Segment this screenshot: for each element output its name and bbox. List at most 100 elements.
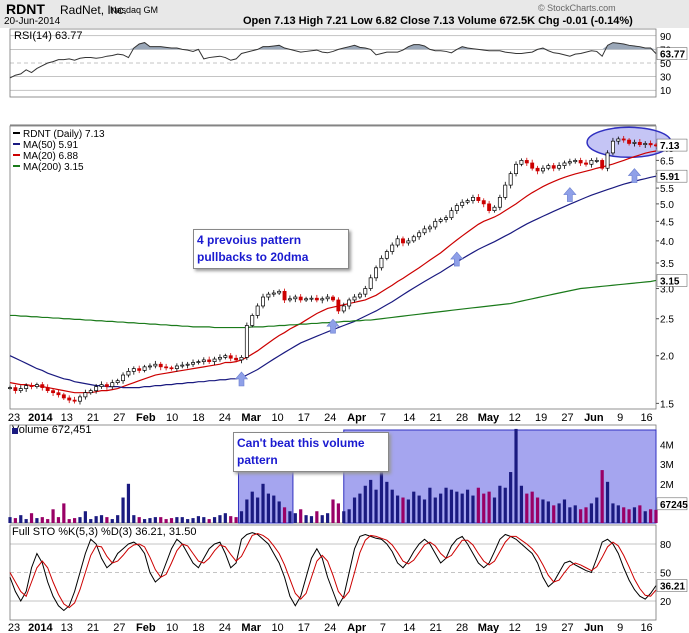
sto-x-tick-label: 24 [219,622,231,633]
volume-bar [396,495,400,523]
sto-tick-label: 80 [660,540,672,551]
volume-bar [535,497,540,523]
volume-bar [191,518,195,523]
candle-body [228,355,233,359]
candle-body [164,366,169,369]
candle-body [261,296,265,307]
volume-bar [196,516,201,523]
sto-x-tick-label: 27 [561,622,573,633]
candle-body [153,363,158,367]
candle-body [218,357,222,360]
volume-bar [229,516,233,523]
candle-body [476,197,481,201]
volume-bar [261,483,265,523]
volume-tick-label: 4M [660,441,674,452]
candle-body [201,359,206,362]
candle-body [503,184,508,198]
sto-x-tick-label: Feb [136,622,156,633]
candle-body [29,385,34,387]
volume-bar [202,517,206,523]
volume-tick-label: 2M [660,480,674,491]
price-x-tick-label: Mar [241,412,261,424]
candle-body [255,305,260,316]
candle-body [34,384,39,387]
candle-body [212,358,217,362]
volume-bar [223,513,227,523]
price-tick-label: 2.0 [660,352,674,363]
volume-bar [422,499,427,523]
ma50-value-label-text: 5.91 [660,172,680,183]
rsi-tick-label: 10 [660,86,672,97]
candle-body [148,365,152,368]
volume-bar [498,485,502,523]
sto-x-tick-label: 23 [8,622,20,633]
candle-body [131,368,136,372]
candle-body [287,298,292,301]
candle-body [562,162,567,166]
candle-body [460,201,465,206]
sto-x-tick-label: 10 [166,622,178,633]
volume-bar [8,517,12,523]
candle-body [578,160,583,164]
candle-body [314,297,319,301]
rsi-current-label-text: 63.77 [660,50,685,61]
candle-body [304,298,309,301]
candle-body [530,162,535,169]
candle-body [13,387,18,391]
ma200-value-label-text: 3.15 [660,276,680,287]
volume-bar [374,489,378,523]
volume-bar [605,481,610,523]
candle-body [524,160,529,164]
volume-bar [514,428,518,523]
candle-body [605,152,610,169]
candle-body [244,325,249,358]
volume-bar [277,501,281,523]
candle-body [331,296,335,301]
volume-tick-label: 3M [660,460,674,471]
candle-body [514,163,518,175]
volume-bar [299,509,303,523]
sto-x-tick-label: 18 [192,622,204,633]
volume-bar [541,499,545,523]
price-candle [244,322,249,361]
volume-bar [352,497,357,523]
candle-body [56,392,61,396]
volume-bar [126,483,131,523]
volume-bar [595,497,599,523]
volume-bar [487,491,491,523]
volume-legend: Volume 672,451 [12,424,92,436]
price-x-tick-label: 18 [192,412,204,424]
volume-bar [51,509,55,523]
volume-bar [562,499,567,523]
volume-bar [503,487,507,523]
price-x-tick-label: 28 [456,412,468,424]
candle-body [627,139,632,144]
price-x-tick-label: 19 [535,412,547,424]
rsi-current-label: 63.77 [656,47,688,61]
volume-bar [584,507,588,523]
candle-body [427,226,432,230]
sto-current-label: 36.21 [656,579,688,593]
volume-legend-swatch [12,428,18,434]
candle-body [637,141,642,145]
volume-bar [573,505,577,523]
candle-body [417,232,422,238]
volume-bar [218,515,222,523]
volume-bar [552,505,556,523]
price-close-label: 7.13 [656,138,688,152]
sto-x-tick-label: 27 [113,622,125,633]
volume-bar [239,511,244,523]
candle-body [411,236,416,242]
volume-bar [35,518,39,523]
candle-body [110,382,115,387]
rsi-tick-label: 90 [660,32,672,43]
price-candle [605,150,610,172]
candle-body [454,205,459,211]
candle-body [61,394,66,399]
sto-x-tick-label: 19 [535,622,547,633]
volume-bar [13,518,17,523]
candle-body [341,305,346,312]
price-tick-label: 4.5 [660,217,674,228]
candle-body [8,387,12,389]
volume-current-label-text: 67245 [660,500,688,511]
